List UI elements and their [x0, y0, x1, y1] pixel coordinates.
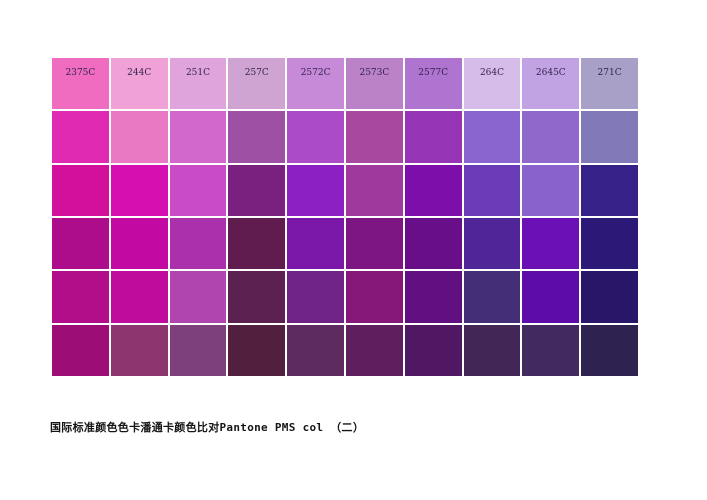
- color-swatch: [52, 324, 109, 376]
- color-swatch-2572c: 2572C: [287, 58, 344, 110]
- color-swatch: [463, 111, 521, 163]
- color-swatch-2573c: 2573C: [345, 58, 403, 110]
- color-swatch-2375c: 2375C: [52, 58, 109, 110]
- color-swatch-2645c: 2645C: [522, 58, 580, 110]
- swatch-label: 2572C: [300, 68, 331, 78]
- color-swatch: [169, 164, 227, 216]
- color-swatch: [581, 164, 638, 216]
- color-swatch: [581, 271, 638, 323]
- color-swatch: [110, 217, 168, 270]
- color-swatch-251c: 251C: [169, 58, 227, 110]
- swatch-label: 264C: [479, 68, 505, 78]
- swatch-label: 2645C: [535, 68, 566, 78]
- color-swatch: [463, 164, 521, 216]
- swatch-label: 2375C: [65, 68, 96, 78]
- color-swatch: [169, 271, 227, 323]
- color-swatch-264c: 264C: [463, 58, 521, 110]
- color-swatch: [522, 271, 580, 323]
- color-swatch-244c: 244C: [110, 58, 168, 110]
- swatch-label: 271C: [597, 68, 622, 78]
- color-swatch: [287, 324, 344, 376]
- color-swatch: [581, 111, 638, 163]
- color-swatch: [404, 324, 462, 376]
- color-swatch: [522, 111, 580, 163]
- color-swatch: [522, 324, 580, 376]
- color-swatch: [287, 217, 344, 270]
- swatch-label: 244C: [127, 68, 152, 78]
- color-swatch: [52, 217, 109, 270]
- color-swatch: [52, 271, 109, 323]
- color-swatch-2577c: 2577C: [404, 58, 462, 110]
- color-swatch-257c: 257C: [228, 58, 286, 110]
- color-swatch: [463, 271, 521, 323]
- swatch-label: 2573C: [359, 68, 390, 78]
- color-swatch: [345, 164, 403, 216]
- swatch-label: 2577C: [418, 68, 449, 78]
- color-swatch: [404, 164, 462, 216]
- color-swatch: [228, 324, 286, 376]
- color-swatch: [404, 111, 462, 163]
- color-swatch: [345, 217, 403, 270]
- swatch-label: 251C: [185, 68, 211, 78]
- color-swatch: [345, 324, 403, 376]
- color-swatch: [581, 217, 638, 270]
- color-swatch: [52, 164, 109, 216]
- color-swatch: [463, 217, 521, 270]
- color-swatch: [463, 324, 521, 376]
- color-swatch: [228, 164, 286, 216]
- color-card-page: 2375C 244C 251C 257C 2572C 2573C 2577C 264C 2645…: [0, 0, 707, 500]
- color-swatch: [169, 217, 227, 270]
- color-swatch: [110, 324, 168, 376]
- color-swatch: [228, 111, 286, 163]
- color-swatch: [404, 217, 462, 270]
- color-swatch: [228, 217, 286, 270]
- color-swatch: [345, 111, 403, 163]
- color-swatch-271c: 271C: [581, 58, 638, 110]
- caption: 国际标准颜色色卡潘通卡颜色比对Pantone PMS col （二）: [50, 421, 365, 434]
- color-swatch: [110, 111, 168, 163]
- color-swatch: [345, 271, 403, 323]
- swatch-label: 257C: [244, 68, 269, 78]
- color-swatch: [110, 164, 168, 216]
- color-swatch: [169, 324, 227, 376]
- color-swatch: [581, 324, 638, 376]
- color-swatch: [404, 271, 462, 323]
- color-swatch: [52, 111, 109, 163]
- color-swatch: [522, 164, 580, 216]
- color-swatch: [287, 111, 344, 163]
- color-swatch: [110, 271, 168, 323]
- color-swatch: [522, 217, 580, 270]
- color-swatch: [287, 164, 344, 216]
- color-swatch: [228, 271, 286, 323]
- color-swatch: [287, 271, 344, 323]
- color-grid: 2375C 244C 251C 257C 2572C 2573C 2577C 264C 2645…: [52, 58, 638, 376]
- color-swatch: [169, 111, 227, 163]
